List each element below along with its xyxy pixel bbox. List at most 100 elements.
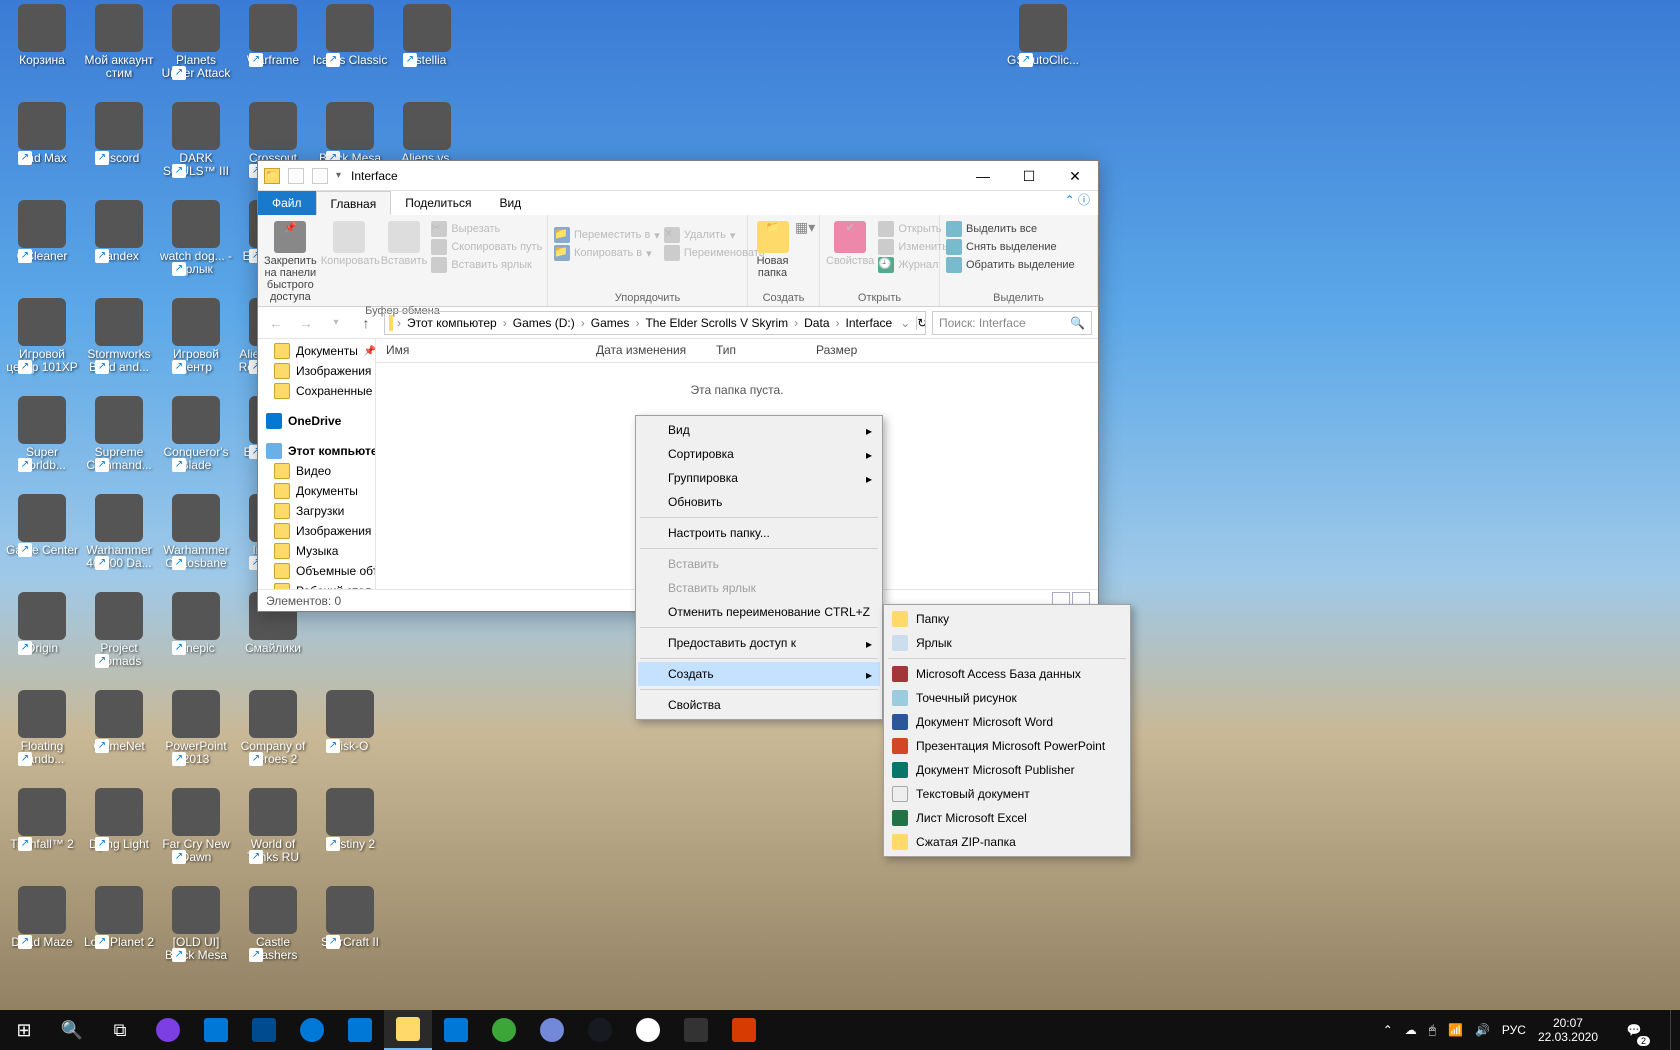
desktop-icon[interactable]: ↗Unepic — [158, 592, 234, 655]
desktop-icon[interactable]: ↗Warhammer 40,000 Da... — [81, 494, 157, 570]
taskbar-app[interactable] — [240, 1010, 288, 1050]
start-button[interactable]: ⊞ — [0, 1010, 48, 1050]
new-folder-button[interactable]: 📁Новая папка — [754, 219, 791, 279]
navigation-pane[interactable]: Документы📌Изображения📌Сохраненные ф📌 OneD… — [258, 339, 376, 589]
sub-word[interactable]: Документ Microsoft Word — [886, 710, 1128, 734]
desktop-icon[interactable]: ↗Dead Maze — [4, 886, 80, 949]
desktop-icon[interactable]: Мой аккаунт стим — [81, 4, 157, 80]
taskbar-edge[interactable] — [288, 1010, 336, 1050]
invert-selection-button[interactable]: Обратить выделение — [946, 257, 1075, 273]
nav-recent[interactable]: ▾ — [324, 311, 348, 335]
desktop-icon[interactable]: ↗Disk-O — [312, 690, 388, 753]
tray-volume-icon[interactable]: 🔊 — [1475, 1023, 1490, 1037]
nav-item[interactable]: Загрузки — [258, 501, 375, 521]
taskbar-mail[interactable] — [432, 1010, 480, 1050]
nav-item[interactable]: Изображения📌 — [258, 361, 375, 381]
show-desktop[interactable] — [1670, 1010, 1676, 1050]
cut-button[interactable]: ✂Вырезать — [431, 221, 542, 237]
task-view-button[interactable]: ⧉ — [96, 1010, 144, 1050]
desktop-icon[interactable]: ↗Mad Max — [4, 102, 80, 165]
tab-home[interactable]: Главная — [316, 191, 392, 215]
tab-view[interactable]: Вид — [485, 191, 535, 215]
desktop-icon[interactable]: ↗StarCraft II — [312, 886, 388, 949]
nav-item[interactable]: Этот компьютер — [258, 441, 375, 461]
sub-access[interactable]: Microsoft Access База данных — [886, 662, 1128, 686]
desktop-icon[interactable]: ↗Yandex — [81, 200, 157, 263]
title-bar[interactable]: 📁 ▾ Interface — ☐ ✕ — [258, 161, 1098, 191]
taskbar-app[interactable] — [672, 1010, 720, 1050]
taskbar-explorer[interactable] — [384, 1010, 432, 1050]
sub-shortcut[interactable]: Ярлык — [886, 631, 1128, 655]
nav-item[interactable]: OneDrive — [258, 411, 375, 431]
taskbar-app[interactable] — [144, 1010, 192, 1050]
sub-ppt[interactable]: Презентация Microsoft PowerPoint — [886, 734, 1128, 758]
desktop-icon[interactable]: ↗Supreme Command... — [81, 396, 157, 472]
taskbar-yandex[interactable] — [624, 1010, 672, 1050]
tray-chevron[interactable]: ⌃ — [1383, 1023, 1393, 1037]
sub-zip[interactable]: Сжатая ZIP-папка — [886, 830, 1128, 854]
desktop-icon[interactable]: ↗Titanfall™ 2 — [4, 788, 80, 851]
ctx-give-access[interactable]: Предоставить доступ к▸ — [638, 631, 880, 655]
desktop-icon[interactable]: ↗GSAutoClic... — [1005, 4, 1081, 67]
taskbar-steam[interactable] — [576, 1010, 624, 1050]
desktop-icon[interactable]: ↗Company of Heroes 2 — [235, 690, 311, 766]
desktop-icon[interactable]: ↗Project Nomads — [81, 592, 157, 668]
paste-shortcut-button[interactable]: Вставить ярлык — [431, 257, 542, 273]
breadcrumb[interactable]: › Этот компьютер› Games (D:)› Games› The… — [384, 311, 926, 335]
nav-item[interactable]: Документы📌 — [258, 341, 375, 361]
desktop-icon[interactable]: ↗Planets Under Attack — [158, 4, 234, 80]
desktop-icon[interactable]: ↗Icarus Classic — [312, 4, 388, 67]
ctx-customize[interactable]: Настроить папку... — [638, 521, 880, 545]
copy-button[interactable]: Копировать — [321, 219, 377, 267]
ctx-sort[interactable]: Сортировка▸ — [638, 442, 880, 466]
desktop-icon[interactable]: ↗DARK SOULS™ III — [158, 102, 234, 178]
desktop-icon[interactable]: ↗[OLD UI] Black Mesa — [158, 886, 234, 962]
desktop-icon[interactable]: ↗CCleaner — [4, 200, 80, 263]
col-date[interactable]: Дата изменения — [586, 339, 706, 362]
sub-excel[interactable]: Лист Microsoft Excel — [886, 806, 1128, 830]
copy-path-button[interactable]: Скопировать путь — [431, 239, 542, 255]
desktop-icon[interactable]: ↗Black Mesa — [312, 102, 388, 165]
refresh-button[interactable]: ↻ — [916, 316, 926, 330]
tray-wifi-icon[interactable]: 📶 — [1448, 1023, 1463, 1037]
col-size[interactable]: Размер — [806, 339, 886, 362]
nav-back[interactable]: ← — [264, 311, 288, 335]
tab-file[interactable]: Файл — [258, 191, 316, 215]
taskbar-utorrent[interactable] — [480, 1010, 528, 1050]
qat-dropdown[interactable]: ▾ — [336, 170, 341, 181]
desktop-icon[interactable]: ↗Super Worldb... — [4, 396, 80, 472]
nav-forward[interactable]: → — [294, 311, 318, 335]
sub-text[interactable]: Текстовый документ — [886, 782, 1128, 806]
desktop-icon[interactable]: ↗Destiny 2 — [312, 788, 388, 851]
sub-bitmap[interactable]: Точечный рисунок — [886, 686, 1128, 710]
desktop-icon[interactable]: ↗Warhammer Chaosbane — [158, 494, 234, 570]
desktop-icon[interactable]: ↗World of Tanks RU — [235, 788, 311, 864]
desktop-icon[interactable]: Корзина — [4, 4, 80, 67]
tray-clock[interactable]: 20:07 22.03.2020 — [1538, 1016, 1598, 1044]
properties-button[interactable]: ✔Свойства — [826, 219, 874, 267]
search-input[interactable]: Поиск: Interface 🔍 — [932, 311, 1092, 335]
maximize-button[interactable]: ☐ — [1006, 161, 1052, 191]
select-all-button[interactable]: Выделить все — [946, 221, 1075, 237]
new-item-dropdown[interactable]: ▦▾ — [795, 219, 813, 236]
nav-item[interactable]: Сохраненные ф📌 — [258, 381, 375, 401]
tray-notifications[interactable]: 💬2 — [1610, 1010, 1658, 1050]
desktop-icon[interactable]: ↗PowerPoint 2013 — [158, 690, 234, 766]
desktop-icon[interactable]: ↗Игровой центр 101XP — [4, 298, 80, 374]
nav-item[interactable]: Видео — [258, 461, 375, 481]
desktop-icon[interactable]: ↗Discord — [81, 102, 157, 165]
taskbar-calculator[interactable] — [192, 1010, 240, 1050]
nav-up[interactable]: ↑ — [354, 311, 378, 335]
desktop-icon[interactable]: ↗Far Cry New Dawn — [158, 788, 234, 864]
desktop-icon[interactable]: ↗watch dog... - ярлык — [158, 200, 234, 276]
sub-folder[interactable]: Папку — [886, 607, 1128, 631]
qat-new-folder[interactable] — [312, 168, 328, 184]
taskbar-discord[interactable] — [528, 1010, 576, 1050]
desktop-icon[interactable]: ↗Floating Sandb... — [4, 690, 80, 766]
tab-share[interactable]: Поделиться — [391, 191, 485, 215]
desktop-icon[interactable]: ↗Lost Planet 2 — [81, 886, 157, 949]
desktop-icon[interactable]: ↗Castle Crashers — [235, 886, 311, 962]
qat-properties[interactable] — [288, 168, 304, 184]
move-to-button[interactable]: 📁Переместить в ▾ — [554, 227, 660, 243]
nav-item[interactable]: Музыка — [258, 541, 375, 561]
